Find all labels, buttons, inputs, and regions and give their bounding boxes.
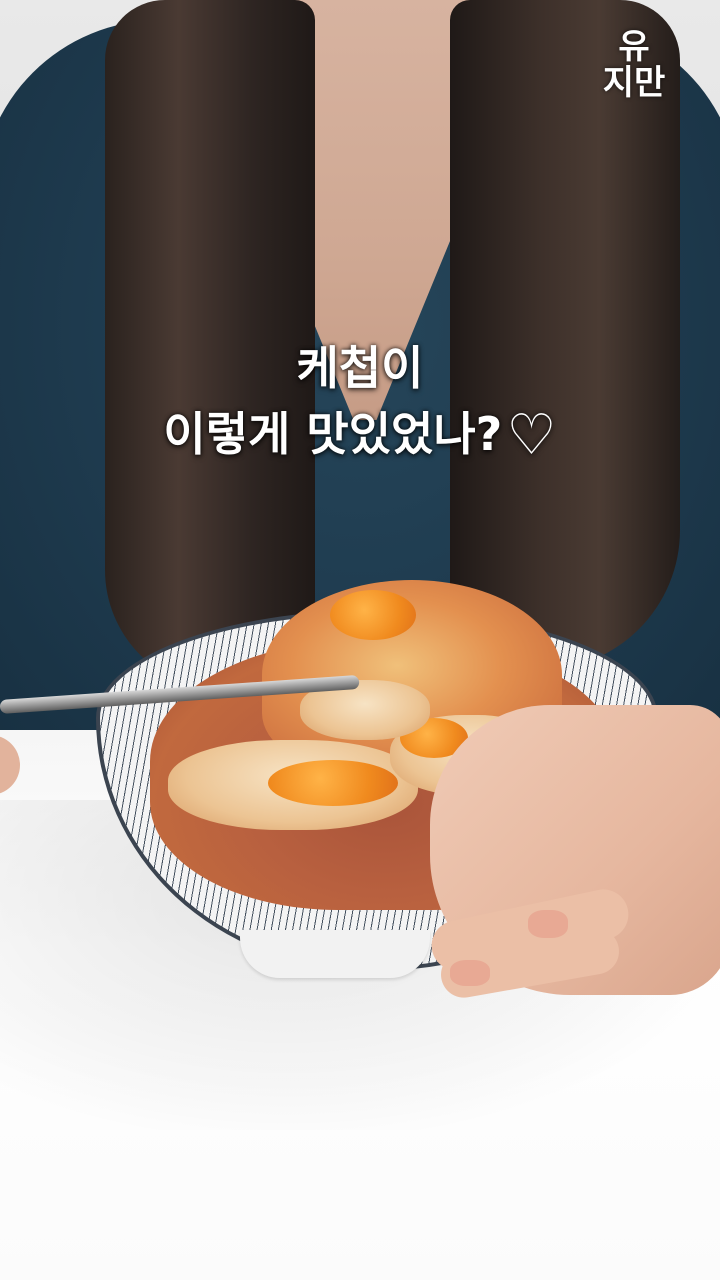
caption-line-1: 케첩이	[296, 341, 424, 395]
fingernail	[450, 960, 490, 986]
logo-line-1: 유	[618, 27, 650, 67]
video-frame: 케첩이 이렇게 맛있었나?♡ 유 지만	[0, 0, 720, 1280]
logo-line-2: 지만	[602, 63, 666, 103]
caption: 케첩이 이렇게 맛있었나?♡	[0, 335, 720, 467]
channel-logo: 유 지만	[592, 30, 676, 102]
caption-line-2-text: 이렇게 맛있었나?	[163, 407, 503, 461]
egg-yolk	[330, 590, 416, 640]
egg-yolk	[268, 760, 398, 806]
white-heart-icon: ♡	[506, 403, 557, 468]
caption-line-2: 이렇게 맛있었나?♡	[0, 401, 720, 467]
fingernail	[528, 910, 568, 938]
bowl-base	[240, 930, 430, 978]
